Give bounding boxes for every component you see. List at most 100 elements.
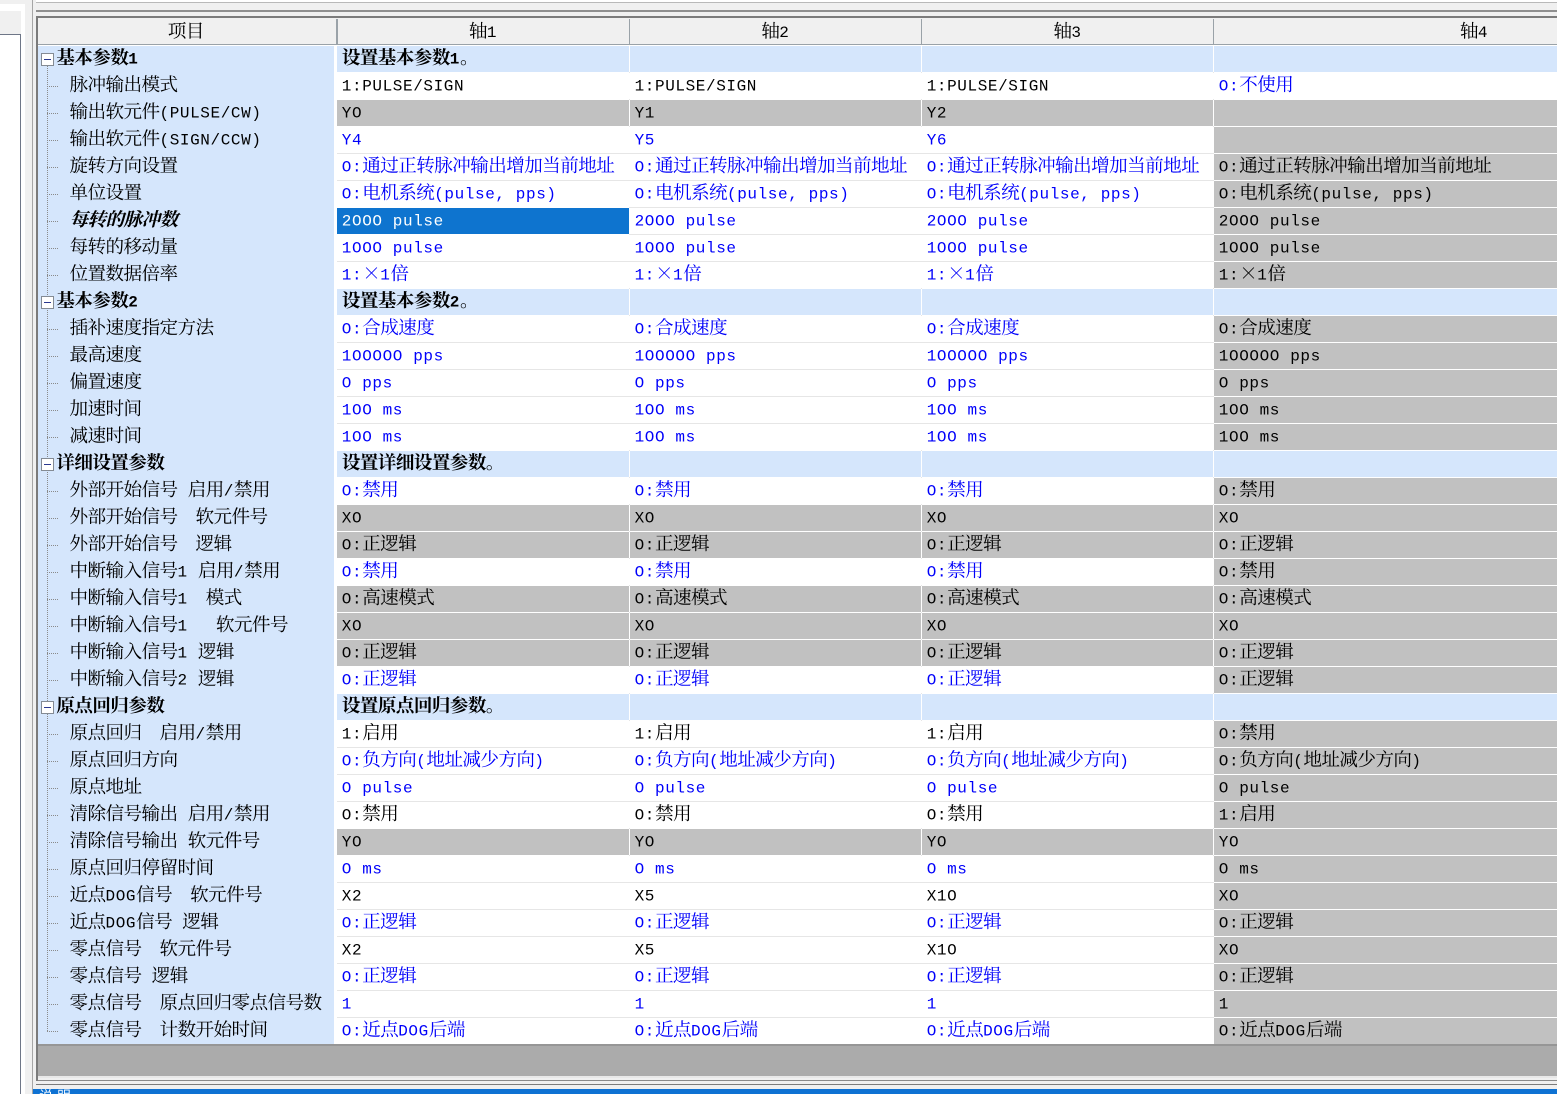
svg-text:1:: 1:	[1219, 266, 1239, 284]
svg-text:2: 2	[128, 293, 138, 311]
svg-text:O:: O:	[342, 806, 362, 824]
svg-text:O:: O:	[1219, 752, 1239, 770]
svg-text:O:: O:	[342, 914, 362, 932]
svg-text:1: 1	[965, 266, 975, 284]
svg-text:O:: O:	[342, 158, 362, 176]
svg-text:1: 1	[1257, 266, 1267, 284]
svg-text:Y5: Y5	[635, 131, 655, 149]
svg-text:O:: O:	[635, 752, 655, 770]
svg-text:X1O: X1O	[927, 941, 958, 959]
svg-text:3: 3	[1071, 24, 1081, 42]
svg-text:O pps: O pps	[927, 374, 978, 392]
svg-text:YO: YO	[635, 833, 655, 851]
svg-text:O:: O:	[1219, 644, 1239, 662]
svg-text:O:: O:	[1219, 725, 1239, 743]
svg-text:O:: O:	[927, 158, 947, 176]
svg-text:O pulse: O pulse	[927, 779, 998, 797]
svg-text:O:: O:	[635, 806, 655, 824]
svg-text:DOG: DOG	[106, 914, 137, 932]
svg-text:YO: YO	[342, 104, 362, 122]
svg-text:O:: O:	[927, 806, 947, 824]
svg-text:): )	[534, 752, 544, 770]
svg-text:O:: O:	[927, 671, 947, 689]
svg-text:O:: O:	[342, 671, 362, 689]
svg-text:1: 1	[178, 617, 188, 635]
svg-text:2: 2	[450, 293, 460, 311]
svg-text:1: 1	[178, 590, 188, 608]
svg-text:O:: O:	[635, 320, 655, 338]
svg-text:O:: O:	[927, 563, 947, 581]
svg-text:1:PULSE/SIGN: 1:PULSE/SIGN	[342, 77, 464, 95]
svg-text:O:: O:	[635, 482, 655, 500]
svg-text:1OO ms: 1OO ms	[342, 428, 403, 446]
svg-text:(pulse, pps): (pulse, pps)	[727, 185, 849, 203]
svg-text:XO: XO	[1219, 887, 1239, 905]
svg-text:O:: O:	[927, 590, 947, 608]
svg-text:(: (	[416, 752, 426, 770]
svg-text:): )	[827, 752, 837, 770]
svg-text:(pulse, pps): (pulse, pps)	[434, 185, 556, 203]
svg-text:O:: O:	[342, 590, 362, 608]
svg-text:O:: O:	[342, 536, 362, 554]
svg-text:O pps: O pps	[342, 374, 393, 392]
svg-text:O:: O:	[927, 644, 947, 662]
svg-text:1OOO pulse: 1OOO pulse	[342, 239, 444, 257]
svg-text:DOG: DOG	[691, 1022, 722, 1040]
svg-text:XO: XO	[1219, 509, 1239, 527]
svg-text:1:: 1:	[1219, 806, 1239, 824]
svg-text:1OO ms: 1OO ms	[927, 401, 988, 419]
svg-text:1:: 1:	[342, 266, 362, 284]
svg-text:DOG: DOG	[983, 1022, 1014, 1040]
svg-text:DOG: DOG	[1275, 1022, 1306, 1040]
svg-text:/: /	[234, 563, 244, 581]
svg-text:1OOO pulse: 1OOO pulse	[635, 239, 737, 257]
svg-text:DOG: DOG	[106, 887, 137, 905]
svg-text:O:: O:	[1219, 158, 1239, 176]
svg-text:O ms: O ms	[342, 860, 383, 878]
svg-text:O:: O:	[1219, 968, 1239, 986]
svg-text:O:: O:	[1219, 482, 1239, 500]
svg-text:1OO ms: 1OO ms	[1219, 401, 1280, 419]
svg-text:2OOO pulse: 2OOO pulse	[635, 212, 737, 230]
svg-text:O:: O:	[342, 644, 362, 662]
svg-text:O:: O:	[635, 185, 655, 203]
svg-text:XO: XO	[342, 509, 362, 527]
svg-text:O pulse: O pulse	[342, 779, 413, 797]
svg-text:O:: O:	[635, 590, 655, 608]
svg-text:1: 1	[178, 644, 198, 662]
svg-text:YO: YO	[927, 833, 947, 851]
svg-text:1OO ms: 1OO ms	[635, 401, 696, 419]
svg-text:1: 1	[927, 995, 937, 1013]
svg-text:1OO ms: 1OO ms	[1219, 428, 1280, 446]
svg-text:O pps: O pps	[635, 374, 686, 392]
svg-text:O:: O:	[342, 752, 362, 770]
svg-text:1OO ms: 1OO ms	[635, 428, 696, 446]
svg-text:/: /	[196, 725, 206, 743]
svg-text:O pulse: O pulse	[635, 779, 706, 797]
svg-text:(pulse, pps): (pulse, pps)	[1311, 185, 1433, 203]
svg-text:O:: O:	[635, 968, 655, 986]
svg-text:O ms: O ms	[635, 860, 676, 878]
svg-text:O:: O:	[342, 563, 362, 581]
svg-text:1OO ms: 1OO ms	[342, 401, 403, 419]
svg-text:1OOOOO pps: 1OOOOO pps	[342, 347, 444, 365]
svg-text:X5: X5	[635, 887, 655, 905]
svg-text:2OOO pulse: 2OOO pulse	[927, 212, 1029, 230]
svg-text:(pulse, pps): (pulse, pps)	[1019, 185, 1141, 203]
svg-text:Y4: Y4	[342, 131, 362, 149]
svg-text:O:: O:	[635, 563, 655, 581]
svg-text:O ms: O ms	[1219, 860, 1260, 878]
svg-text:O:: O:	[927, 752, 947, 770]
svg-text:(SIGN/CCW): (SIGN/CCW)	[160, 131, 262, 149]
svg-text:2: 2	[178, 671, 198, 689]
svg-text:1: 1	[1219, 995, 1229, 1013]
svg-text:XO: XO	[927, 509, 947, 527]
svg-text:XO: XO	[927, 617, 947, 635]
svg-text:1OO ms: 1OO ms	[927, 428, 988, 446]
svg-text:X2: X2	[342, 941, 362, 959]
svg-text:1: 1	[673, 266, 683, 284]
svg-text:1:: 1:	[927, 266, 947, 284]
svg-text:YO: YO	[1219, 833, 1239, 851]
svg-text:XO: XO	[635, 509, 655, 527]
svg-text:1OOO pulse: 1OOO pulse	[927, 239, 1029, 257]
